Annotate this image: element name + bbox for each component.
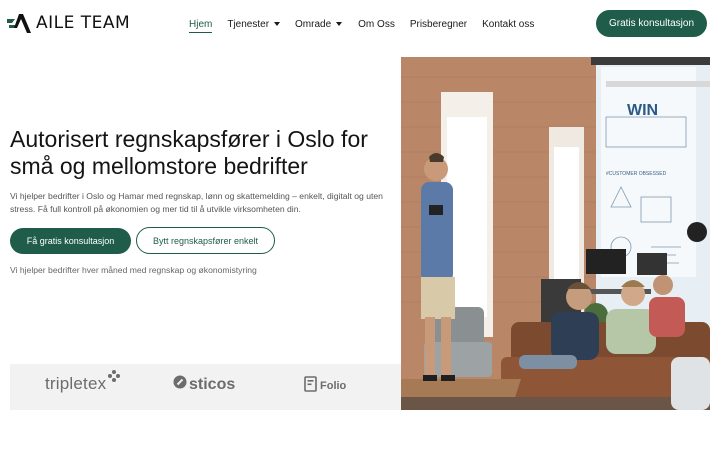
nav-item-prisberegner[interactable]: Prisberegner: [410, 19, 467, 30]
nav-item-kontakt-oss[interactable]: Kontakt oss: [482, 19, 534, 30]
partner-name: sticos: [189, 375, 236, 393]
tripletex-dots-icon: [107, 368, 121, 388]
sticos-icon: [173, 375, 187, 394]
wall-sign: WIN: [627, 102, 658, 119]
nav-item-om-oss[interactable]: Om Oss: [358, 19, 395, 30]
partner-folio: Folio: [304, 376, 346, 395]
hero-office-photo: WIN #CUSTOMER OBSESSED: [401, 57, 710, 410]
switch-accountant-button[interactable]: Bytt regnskapsfører enkelt: [136, 227, 275, 254]
caret-down-icon: [336, 22, 343, 26]
partner-tripletex: tripletex: [45, 370, 121, 394]
main-nav: Hjem Tjenester Omrade Om Oss Prisberegne…: [189, 16, 534, 33]
brand-name: AILE TEAM: [36, 13, 131, 33]
caret-down-icon: [274, 22, 281, 26]
aile-logo-icon: [6, 12, 32, 34]
hero-title: Autorisert regnskapsfører i Oslo for små…: [10, 126, 368, 179]
hero-subtitle: Vi hjelper bedrifter i Oslo og Hamar med…: [10, 191, 383, 214]
nav-item-label: Hjem: [189, 18, 213, 30]
folio-icon: [304, 376, 317, 395]
nav-item-hjem[interactable]: Hjem: [189, 18, 213, 33]
brand-logo[interactable]: AILE TEAM: [6, 10, 130, 36]
nav-item-label: Kontakt oss: [482, 18, 535, 30]
partner-logos: tripletex sticos Folio: [10, 364, 401, 410]
site-header: AILE TEAM Hjem Tjenester Omrade Om Oss P…: [0, 0, 720, 48]
nav-item-omrade[interactable]: Omrade: [295, 18, 343, 30]
partner-name: Folio: [320, 379, 347, 392]
hero-note: Vi hjelper bedrifter hver måned med regn…: [10, 265, 257, 275]
wall-sign-small: #CUSTOMER OBSESSED: [606, 171, 667, 177]
partner-name: tripletex: [45, 374, 107, 393]
nav-item-label: Tjenester: [227, 18, 270, 30]
nav-item-tjenester[interactable]: Tjenester: [227, 18, 281, 30]
partner-sticos: sticos: [173, 375, 235, 394]
nav-item-label: Omrade: [295, 18, 332, 30]
nav-item-label: Prisberegner: [409, 18, 468, 30]
nav-item-label: Om Oss: [358, 18, 395, 30]
free-consultation-button[interactable]: Få gratis konsultasjon: [10, 228, 131, 254]
header-consultation-button[interactable]: Gratis konsultasjon: [596, 10, 707, 37]
